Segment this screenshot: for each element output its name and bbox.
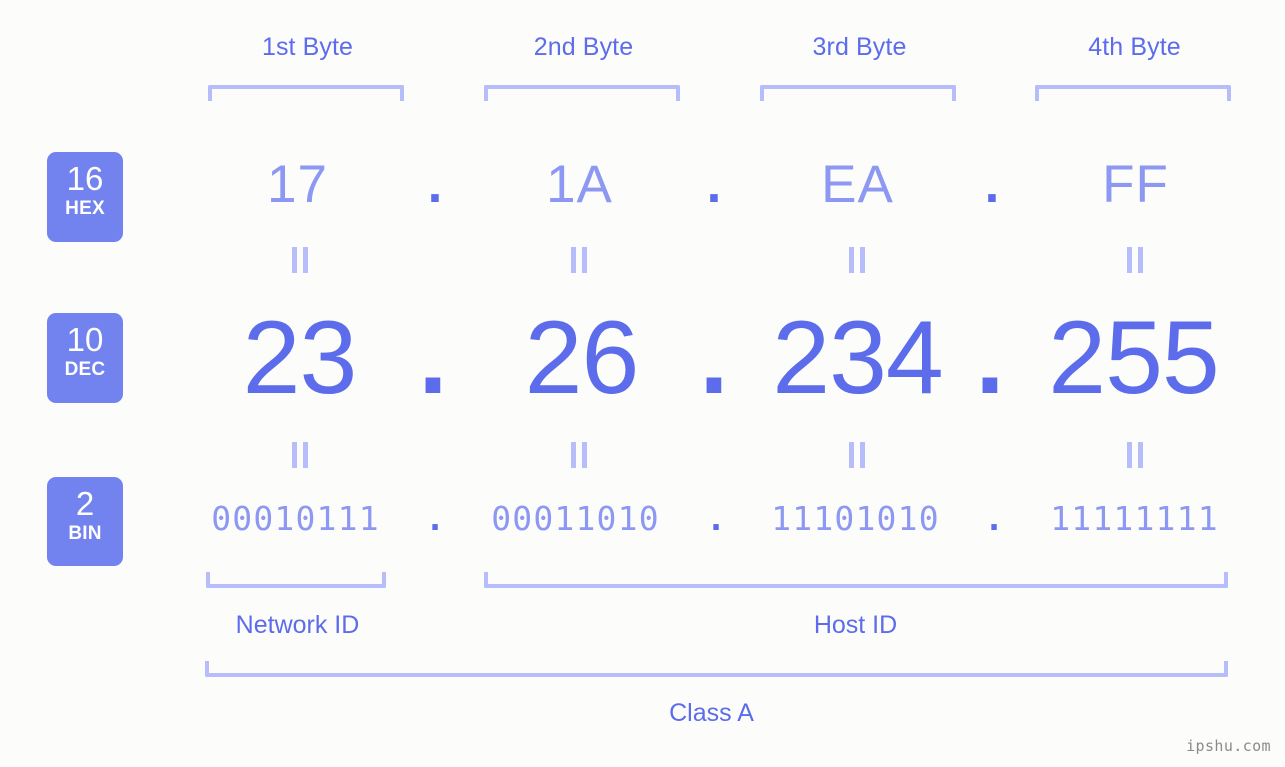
radix-badge-hex-number: 16 xyxy=(66,160,104,197)
dec-octet-3: 234 xyxy=(772,300,944,416)
ip-address-breakdown-diagram: 1st Byte 2nd Byte 3rd Byte 4th Byte 16 H… xyxy=(0,0,1285,767)
radix-badge-dec-number: 10 xyxy=(66,321,104,358)
byte-header-label-2: 2nd Byte xyxy=(533,33,634,61)
site-watermark: ipshu.com xyxy=(1186,737,1271,755)
byte-header-label-3: 3rd Byte xyxy=(812,33,907,61)
bin-octet-2: 00011010 xyxy=(491,499,660,538)
class-bracket xyxy=(205,661,1228,677)
hex-octet-3: EA xyxy=(821,155,894,214)
byte-bracket-top-2 xyxy=(484,85,680,101)
host-id-bracket xyxy=(484,572,1228,588)
equals-mark-hex-dec-4 xyxy=(1126,247,1144,273)
host-id-label: Host ID xyxy=(813,611,898,639)
equals-mark-dec-bin-1 xyxy=(291,442,309,468)
radix-badge-dec-name: DEC xyxy=(64,359,106,380)
equals-mark-hex-dec-1 xyxy=(291,247,309,273)
radix-badge-hex: 16 HEX xyxy=(47,152,123,242)
dec-octet-4: 255 xyxy=(1048,300,1220,416)
equals-mark-hex-dec-2 xyxy=(570,247,588,273)
bin-separator-3: . xyxy=(984,499,1004,538)
dec-octet-2: 26 xyxy=(524,300,640,416)
byte-header-label-4: 4th Byte xyxy=(1088,33,1181,61)
hex-octet-4: FF xyxy=(1102,155,1169,214)
byte-bracket-top-1 xyxy=(208,85,404,101)
hex-separator-2: . xyxy=(706,155,722,214)
equals-mark-dec-bin-2 xyxy=(570,442,588,468)
byte-bracket-top-4 xyxy=(1035,85,1231,101)
dec-separator-2: . xyxy=(699,300,729,416)
bin-separator-2: . xyxy=(706,499,726,538)
radix-badge-bin-number: 2 xyxy=(75,485,95,522)
bin-octet-4: 11111111 xyxy=(1050,499,1219,538)
dec-separator-3: . xyxy=(975,300,1005,416)
byte-bracket-top-3 xyxy=(760,85,956,101)
radix-badge-dec: 10 DEC xyxy=(47,313,123,403)
dec-separator-1: . xyxy=(418,300,448,416)
equals-mark-hex-dec-3 xyxy=(848,247,866,273)
bin-octet-1: 00010111 xyxy=(211,499,380,538)
radix-badge-hex-name: HEX xyxy=(65,198,105,219)
hex-separator-1: . xyxy=(427,155,443,214)
hex-octet-1: 17 xyxy=(267,155,328,214)
bin-separator-1: . xyxy=(425,499,445,538)
hex-octet-2: 1A xyxy=(546,155,613,214)
radix-badge-bin: 2 BIN xyxy=(47,477,123,566)
byte-header-label-1: 1st Byte xyxy=(261,33,354,61)
equals-mark-dec-bin-4 xyxy=(1126,442,1144,468)
network-id-label: Network ID xyxy=(235,611,360,639)
hex-separator-3: . xyxy=(984,155,1000,214)
radix-badge-bin-name: BIN xyxy=(68,523,102,544)
bin-octet-3: 11101010 xyxy=(771,499,940,538)
equals-mark-dec-bin-3 xyxy=(848,442,866,468)
dec-octet-1: 23 xyxy=(242,300,358,416)
network-id-bracket xyxy=(206,572,386,588)
class-label: Class A xyxy=(669,699,754,727)
